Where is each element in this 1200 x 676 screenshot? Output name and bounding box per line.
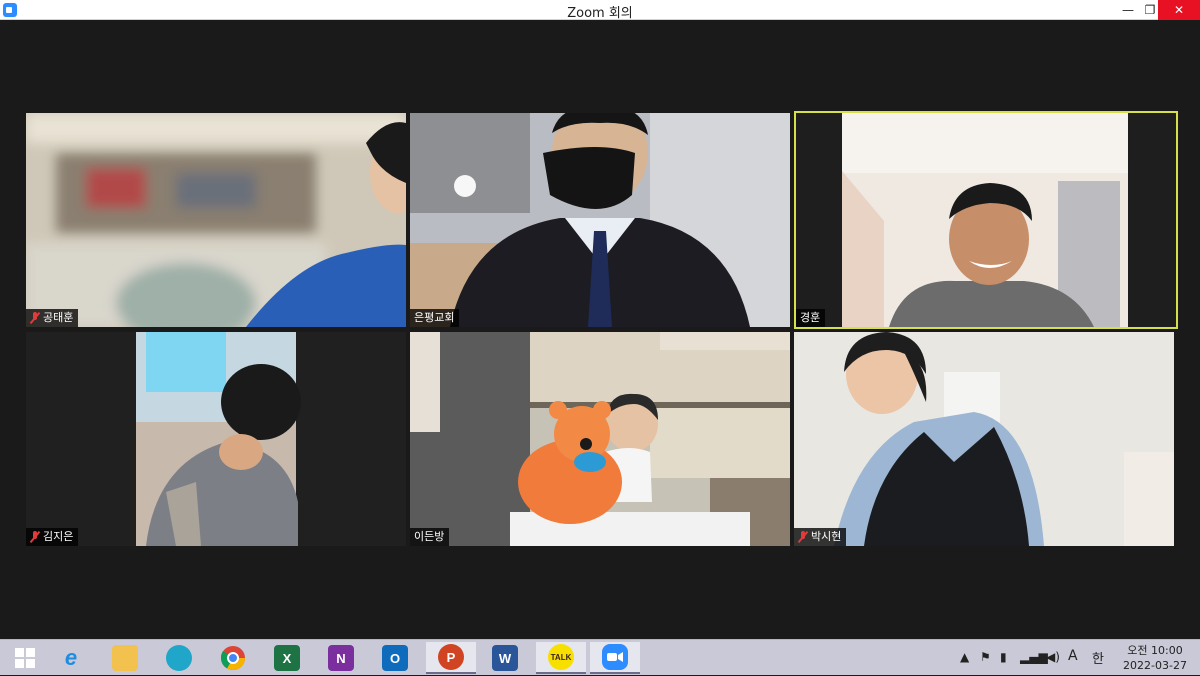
chrome-icon — [220, 646, 245, 671]
participant-name-tag: 은평교회 — [410, 309, 460, 327]
participant-name: 경훈 — [800, 311, 821, 324]
windows-taskbar: e X N O P W TALK ▲ ⚑ ▮ ▂▄▆ ◀) A 한 오전 10:… — [0, 639, 1200, 675]
taskbar-edge[interactable] — [154, 642, 204, 674]
word-icon: W — [492, 645, 518, 671]
taskbar-clock[interactable]: 오전 10:00 2022-03-27 — [1118, 643, 1192, 673]
start-button[interactable] — [0, 642, 50, 674]
network-icon[interactable]: ▂▄▆ — [1020, 650, 1048, 664]
video-feed — [410, 113, 790, 327]
participant-name-tag: 김지은 — [26, 528, 79, 546]
taskbar-outlook[interactable]: O — [370, 642, 420, 674]
edge-icon — [166, 645, 192, 671]
show-hidden-icons-icon[interactable]: ▲ — [960, 650, 969, 664]
participant-name: 은평교회 — [414, 311, 455, 324]
start-icon — [15, 648, 35, 668]
mic-muted-icon — [30, 312, 40, 324]
kakaotalk-icon: TALK — [548, 644, 574, 670]
video-tile[interactable]: 박시현 — [794, 332, 1174, 546]
taskbar-chrome[interactable] — [208, 642, 258, 674]
internet-explorer-icon: e — [64, 645, 78, 670]
file-explorer-icon — [112, 645, 138, 671]
video-tile[interactable]: 은평교회 — [410, 113, 790, 327]
taskbar-onenote[interactable]: N — [316, 642, 366, 674]
taskbar-zoom[interactable] — [590, 642, 640, 674]
taskbar-powerpoint[interactable]: P — [426, 642, 476, 674]
participant-name-tag: 경훈 — [796, 309, 826, 327]
video-feed — [410, 332, 790, 546]
participant-name-tag: 공태훈 — [26, 309, 79, 327]
taskbar-kakaotalk[interactable]: TALK — [536, 642, 586, 674]
zoom-icon — [602, 644, 628, 670]
video-feed — [26, 332, 406, 546]
taskbar-excel[interactable]: X — [262, 642, 312, 674]
video-feed — [26, 113, 406, 327]
clock-date: 2022-03-27 — [1123, 659, 1187, 672]
video-tile[interactable]: 이든방 — [410, 332, 790, 546]
mic-muted-icon — [798, 531, 808, 543]
video-tile[interactable]: 공태훈 — [26, 113, 406, 327]
video-feed — [794, 111, 1178, 329]
onenote-icon: N — [328, 645, 354, 671]
taskbar-file-explorer[interactable] — [100, 642, 150, 674]
participant-name: 이든방 — [414, 530, 445, 543]
video-tile[interactable]: 김지은 — [26, 332, 406, 546]
outlook-icon: O — [382, 645, 408, 671]
taskbar-word[interactable]: W — [480, 642, 530, 674]
powerpoint-icon: P — [438, 644, 464, 670]
clock-time: 오전 10:00 — [1127, 644, 1183, 657]
mic-muted-icon — [30, 531, 40, 543]
participant-name: 김지은 — [43, 530, 74, 543]
ime-language[interactable]: 한 — [1092, 648, 1104, 667]
action-center-flag-icon[interactable]: ⚑ — [980, 650, 991, 664]
participant-name: 박시현 — [811, 530, 842, 543]
window-titlebar: Zoom 회의 — ❐ ✕ — [0, 0, 1200, 21]
video-feed — [794, 332, 1174, 546]
ime-mode[interactable]: A — [1068, 648, 1078, 664]
close-button[interactable]: ✕ — [1158, 0, 1200, 20]
participant-name-tag: 이든방 — [410, 528, 450, 546]
participant-name-tag: 박시현 — [794, 528, 847, 546]
device-icon[interactable]: ▮ — [1000, 650, 1007, 664]
participant-name: 공태훈 — [43, 311, 74, 324]
gallery-view: 공태훈 은평교회 경훈 김지은 이든방 박시현 — [0, 20, 1200, 639]
video-tile-active-speaker[interactable]: 경훈 — [794, 111, 1178, 329]
volume-icon[interactable]: ◀) — [1046, 650, 1060, 664]
taskbar-internet-explorer[interactable]: e — [46, 642, 96, 674]
window-title: Zoom 회의 — [567, 6, 633, 21]
excel-icon: X — [274, 645, 300, 671]
